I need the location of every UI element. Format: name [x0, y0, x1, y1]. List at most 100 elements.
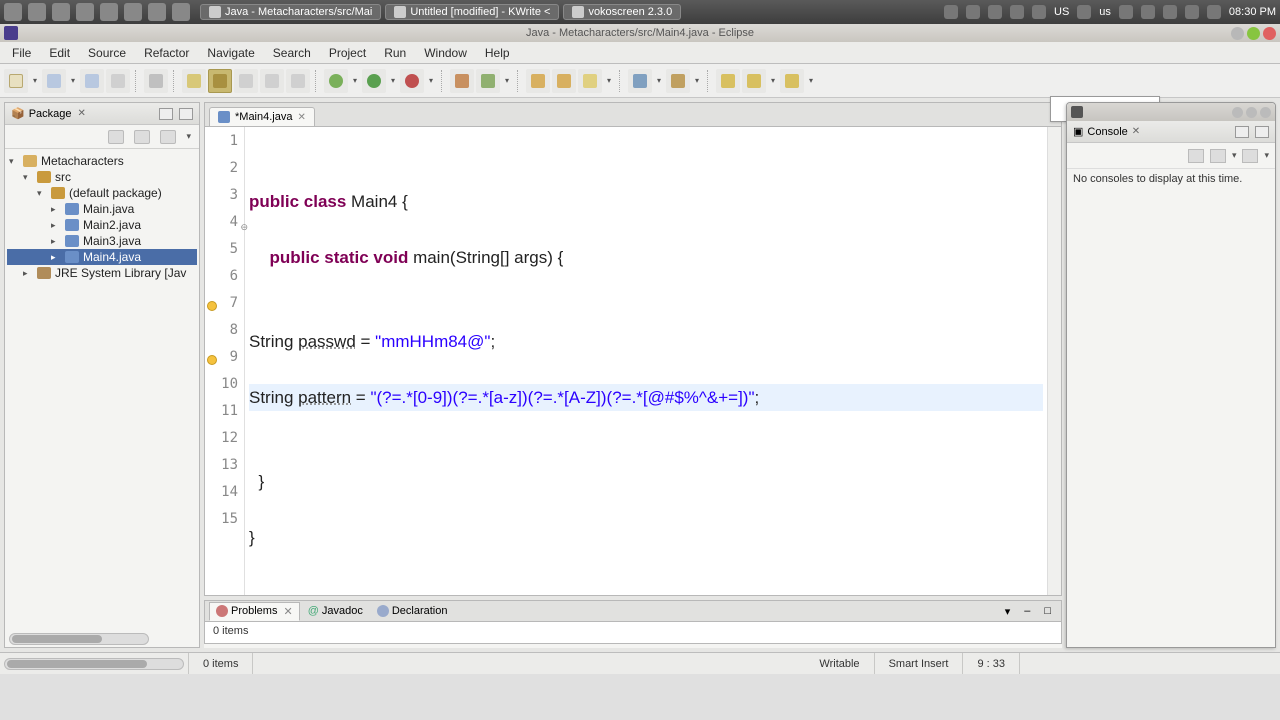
view-menu-icon[interactable]: ▾ — [999, 603, 1017, 620]
console-window-titlebar[interactable] — [1067, 103, 1275, 121]
new-package-button[interactable] — [476, 69, 500, 93]
menu-window[interactable]: Window — [416, 44, 475, 62]
console-view-tab[interactable]: ▣ Console ✕ — [1067, 121, 1275, 143]
task-vokoscreen[interactable]: vokoscreen 2.3.0 — [563, 4, 681, 20]
tree-file-main[interactable]: ▸Main.java — [7, 201, 197, 217]
launcher-icon[interactable] — [76, 3, 94, 21]
tray-icon[interactable] — [1032, 5, 1046, 19]
minimize-view-icon[interactable] — [159, 108, 173, 120]
close-icon[interactable]: ✕ — [1132, 126, 1140, 137]
launcher-icon[interactable] — [100, 3, 118, 21]
maximize-button[interactable] — [1247, 27, 1260, 40]
editor-body[interactable]: 1 2 3 4⊖ 5 6 7 8 9 10 11 12 13 14 15 pub… — [204, 126, 1062, 596]
launcher-icon[interactable] — [4, 3, 22, 21]
editor-scrollbar[interactable] — [4, 658, 184, 670]
close-icon[interactable]: ✕ — [283, 605, 292, 618]
pin-console-icon[interactable] — [1188, 149, 1204, 163]
launcher-icon[interactable] — [124, 3, 142, 21]
tray-icon[interactable] — [988, 5, 1002, 19]
open-task-button[interactable] — [552, 69, 576, 93]
tree-src[interactable]: ▾src — [7, 169, 197, 185]
tray-icon[interactable] — [1077, 5, 1091, 19]
task-eclipse[interactable]: Java - Metacharacters/src/Mai — [200, 4, 381, 20]
new-java-button[interactable] — [450, 69, 474, 93]
new-dropdown[interactable]: ▾ — [30, 76, 40, 85]
package-explorer-tab[interactable]: 📦 Package ✕ — [5, 103, 199, 125]
wrap-button[interactable] — [286, 69, 310, 93]
run-button[interactable] — [362, 69, 386, 93]
menu-source[interactable]: Source — [80, 44, 134, 62]
menu-help[interactable]: Help — [477, 44, 518, 62]
new-button[interactable] — [4, 69, 28, 93]
tab-javadoc[interactable]: @Javadoc — [302, 603, 369, 619]
open-console-icon[interactable] — [1242, 149, 1258, 163]
menu-project[interactable]: Project — [321, 44, 374, 62]
maximize-view-icon[interactable] — [1255, 126, 1269, 138]
code-area[interactable]: public class Main4 { public static void … — [245, 127, 1047, 595]
view-dropdown-icon[interactable]: ▾ — [186, 131, 191, 142]
menu-edit[interactable]: Edit — [41, 44, 78, 62]
tree-file-main4[interactable]: ▸Main4.java — [7, 249, 197, 265]
close-tab-icon[interactable]: ✕ — [297, 112, 305, 123]
tray-icon[interactable] — [966, 5, 980, 19]
warning-marker-icon[interactable] — [207, 355, 217, 365]
task-kwrite[interactable]: Untitled [modified] - KWrite < — [385, 4, 559, 20]
tree-project[interactable]: ▾Metacharacters — [7, 153, 197, 169]
forward-button[interactable] — [780, 69, 804, 93]
maximize-view-icon[interactable]: □ — [1038, 603, 1057, 619]
last-edit-button[interactable] — [716, 69, 740, 93]
package-scrollbar[interactable] — [9, 633, 149, 645]
tree-default-package[interactable]: ▾(default package) — [7, 185, 197, 201]
save-all-button[interactable] — [80, 69, 104, 93]
minimize-button[interactable] — [1232, 107, 1243, 118]
save-button[interactable] — [42, 69, 66, 93]
menu-run[interactable]: Run — [376, 44, 414, 62]
debug-button[interactable] — [324, 69, 348, 93]
overview-ruler[interactable] — [1047, 127, 1061, 595]
minimize-view-icon[interactable]: – — [1018, 603, 1036, 619]
print-button[interactable] — [106, 69, 130, 93]
clock[interactable]: 08:30 PM — [1229, 6, 1276, 18]
minimize-view-icon[interactable] — [1235, 126, 1249, 138]
power-icon[interactable] — [1207, 5, 1221, 19]
close-icon[interactable]: ✕ — [78, 108, 86, 119]
minimize-button[interactable] — [1231, 27, 1244, 40]
close-button[interactable] — [1260, 107, 1271, 118]
keyboard-layout[interactable]: US — [1054, 6, 1069, 18]
skip-breakpoints-button[interactable] — [144, 69, 168, 93]
launcher-icon[interactable] — [52, 3, 70, 21]
view-menu-icon[interactable] — [160, 130, 176, 144]
block-select-button[interactable] — [234, 69, 258, 93]
search-button[interactable] — [578, 69, 602, 93]
collapse-all-icon[interactable] — [108, 130, 124, 144]
back-button[interactable] — [742, 69, 766, 93]
ext-tools-button[interactable] — [400, 69, 424, 93]
tree-jre-library[interactable]: ▸JRE System Library [Jav — [7, 265, 197, 281]
tree-file-main2[interactable]: ▸Main2.java — [7, 217, 197, 233]
volume-icon[interactable] — [1119, 5, 1133, 19]
menu-navigate[interactable]: Navigate — [199, 44, 262, 62]
launcher-icon[interactable] — [172, 3, 190, 21]
editor-tab-main4[interactable]: *Main4.java ✕ — [209, 107, 315, 126]
tab-problems[interactable]: Problems✕ — [209, 602, 300, 621]
next-annotation-button[interactable] — [628, 69, 652, 93]
toggle-breadcrumb-button[interactable] — [182, 69, 206, 93]
launcher-icon[interactable] — [28, 3, 46, 21]
wifi-icon[interactable] — [1185, 5, 1199, 19]
open-type-button[interactable] — [526, 69, 550, 93]
menu-file[interactable]: File — [4, 44, 39, 62]
menu-refactor[interactable]: Refactor — [136, 44, 197, 62]
tray-icon[interactable] — [944, 5, 958, 19]
tray-icon[interactable] — [1010, 5, 1024, 19]
close-button[interactable] — [1263, 27, 1276, 40]
warning-marker-icon[interactable] — [207, 301, 217, 311]
maximize-button[interactable] — [1246, 107, 1257, 118]
bluetooth-icon[interactable] — [1141, 5, 1155, 19]
launcher-icon[interactable] — [148, 3, 166, 21]
menu-search[interactable]: Search — [265, 44, 319, 62]
tree-file-main3[interactable]: ▸Main3.java — [7, 233, 197, 249]
tab-declaration[interactable]: Declaration — [371, 603, 454, 619]
prev-annotation-button[interactable] — [666, 69, 690, 93]
display-console-icon[interactable] — [1210, 149, 1226, 163]
link-editor-icon[interactable] — [134, 130, 150, 144]
